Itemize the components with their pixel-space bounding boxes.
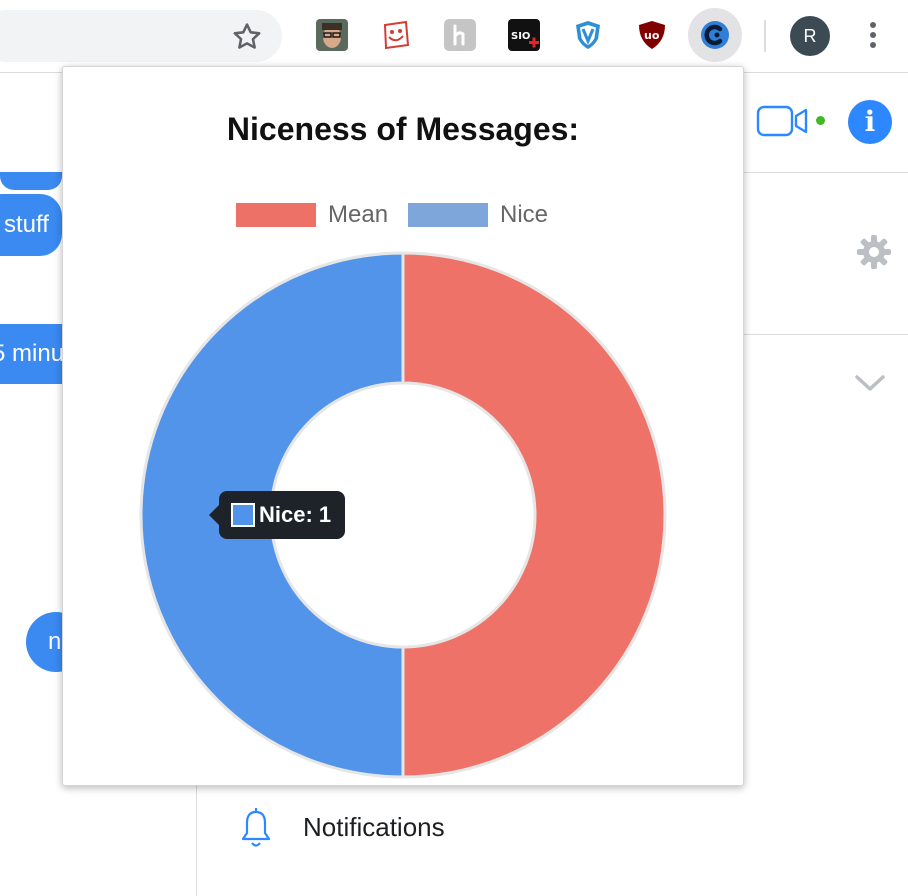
message-bubble: 5 minu [0, 324, 62, 384]
message-text: n [48, 628, 62, 655]
toolbar-separator [764, 20, 766, 52]
chevron-down-icon[interactable] [852, 370, 888, 396]
browser-menu-icon[interactable] [870, 22, 878, 52]
bell-icon [241, 808, 271, 847]
tooltip-arrow [209, 505, 219, 525]
grinning-card-icon[interactable] [380, 19, 412, 51]
legend-label-nice: Nice [500, 201, 549, 228]
chart-title: Niceness of Messages: [226, 111, 580, 147]
chart-tooltip: Nice: 1 [209, 491, 345, 539]
bookmark-star-icon[interactable] [230, 20, 264, 54]
doughnut-chart [139, 251, 667, 779]
notifications-label[interactable]: Notifications [303, 812, 445, 843]
legend-swatch-nice [408, 203, 488, 227]
doughnut-slice-mean[interactable] [401, 251, 667, 779]
message-text: stuff [4, 211, 49, 238]
tooltip-text: Nice: 1 [259, 502, 332, 527]
ublock-origin-icon[interactable]: uo [636, 19, 668, 51]
shield-v-icon[interactable] [572, 19, 604, 51]
legend-swatch-mean [236, 203, 316, 227]
face-photo-icon[interactable] [316, 19, 348, 51]
browser-toolbar: SIO uo R [0, 0, 908, 73]
c-logo-extension-icon[interactable] [699, 19, 731, 51]
info-icon[interactable]: i [848, 100, 892, 144]
sio-plus-icon[interactable]: SIO [508, 19, 540, 51]
svg-text:uo: uo [644, 29, 660, 42]
message-text: 5 minu [0, 340, 62, 367]
divider [742, 334, 908, 335]
profile-avatar[interactable]: R [790, 16, 830, 56]
honey-h-icon[interactable] [444, 19, 476, 51]
legend-label-mean: Mean [328, 201, 389, 228]
video-call-icon[interactable] [756, 104, 810, 138]
online-status-dot [816, 116, 825, 125]
divider [742, 172, 908, 173]
extension-popup: Niceness of Messages: Mean Nice Nice: 1 [62, 66, 744, 786]
message-bubble: stuff [0, 194, 62, 256]
message-bubble [0, 172, 62, 190]
sidebar-divider [196, 780, 197, 896]
gear-icon[interactable] [854, 232, 894, 272]
tooltip-color-swatch [231, 503, 255, 527]
svg-text:SIO: SIO [511, 31, 530, 42]
